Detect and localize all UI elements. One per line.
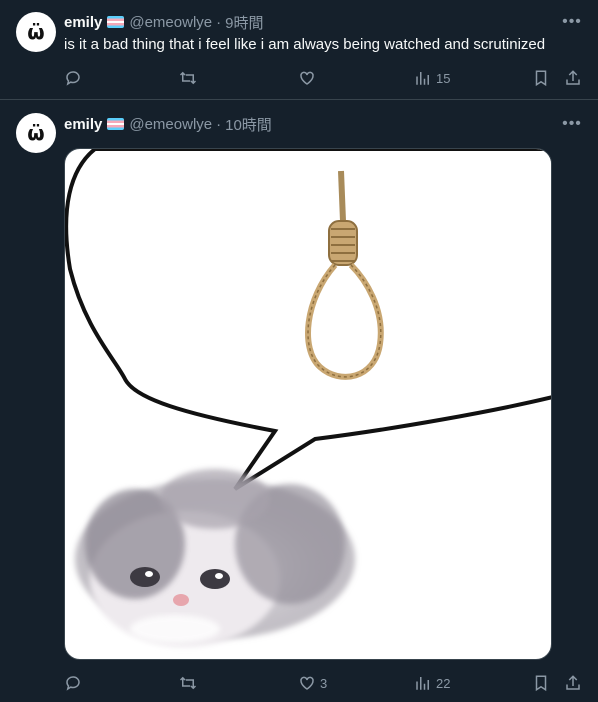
share-button[interactable] — [564, 68, 582, 88]
reply-button[interactable] — [64, 673, 82, 693]
separator: · — [216, 13, 222, 31]
like-button[interactable]: 3 — [298, 673, 327, 693]
repost-button[interactable] — [179, 673, 197, 693]
view-count: 15 — [436, 70, 451, 86]
reply-icon — [66, 71, 80, 86]
timestamp[interactable]: 10時間 — [225, 114, 272, 135]
kitten-icon — [75, 469, 355, 647]
reply-button[interactable] — [64, 68, 82, 88]
tweet-header: emily @emeowlye · 9時間 — [64, 12, 263, 32]
more-options-icon[interactable]: ••• — [562, 114, 582, 134]
repost-icon — [179, 71, 197, 85]
share-icon — [566, 675, 580, 690]
share-button[interactable] — [564, 673, 582, 693]
views-icon — [416, 72, 429, 85]
separator: · — [216, 115, 222, 133]
view-count: 22 — [436, 675, 451, 691]
heart-icon — [300, 676, 314, 690]
reply-icon — [66, 676, 80, 691]
display-name[interactable]: emily — [64, 116, 102, 133]
share-icon — [566, 70, 580, 85]
like-count: 3 — [320, 675, 328, 691]
trans-flag-icon — [107, 16, 125, 28]
timestamp[interactable]: 9時間 — [225, 12, 263, 33]
handle[interactable]: @emeowlye — [129, 116, 212, 133]
repost-icon — [179, 676, 197, 690]
views-button[interactable]: 15 — [414, 68, 450, 88]
bookmark-icon — [535, 70, 547, 87]
action-bar: 15 — [64, 68, 582, 88]
handle[interactable]: @emeowlye — [129, 14, 212, 31]
avatar[interactable]: ω̈ — [16, 12, 56, 52]
tweet[interactable]: ω̈ emily @emeowlye · 10時間 ••• 3 22 — [0, 101, 598, 702]
meme-illustration — [65, 149, 551, 647]
tweet-header: emily @emeowlye · 10時間 — [64, 114, 272, 134]
action-bar: 3 22 — [64, 673, 582, 693]
views-button[interactable]: 22 — [414, 673, 450, 693]
avatar[interactable]: ω̈ — [16, 113, 56, 153]
more-options-icon[interactable]: ••• — [562, 12, 582, 32]
tweet-text: is it a bad thing that i feel like i am … — [64, 36, 546, 53]
trans-flag-icon — [107, 118, 125, 130]
bookmark-icon — [535, 675, 547, 692]
display-name[interactable]: emily — [64, 14, 102, 31]
bookmark-button[interactable] — [532, 673, 550, 693]
repost-button[interactable] — [179, 68, 197, 88]
heart-icon — [300, 71, 314, 85]
like-button[interactable] — [298, 68, 320, 88]
tweet-image[interactable] — [64, 148, 552, 660]
tweet[interactable]: ω̈ emily @emeowlye · 9時間 ••• is it a bad… — [0, 0, 598, 100]
views-icon — [416, 677, 429, 690]
bookmark-button[interactable] — [532, 68, 550, 88]
